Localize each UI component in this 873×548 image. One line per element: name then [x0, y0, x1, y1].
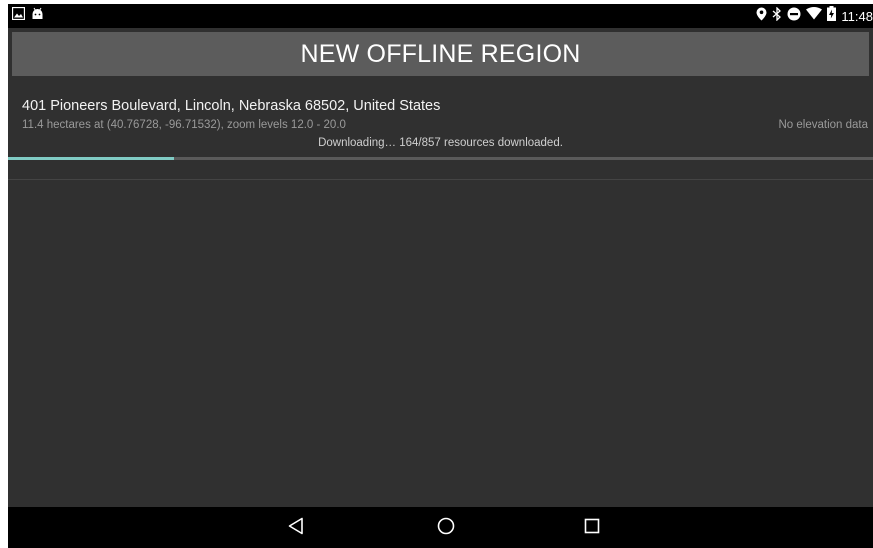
- download-progress-bar: [8, 157, 873, 160]
- recents-button[interactable]: [578, 515, 606, 541]
- android-notification-icon: [31, 7, 44, 25]
- battery-charging-icon: [827, 6, 837, 26]
- title-bar: NEW OFFLINE REGION: [12, 32, 869, 76]
- device-screen: 11:48 NEW OFFLINE REGION 401 Pioneers Bo…: [8, 4, 873, 548]
- page-title: NEW OFFLINE REGION: [300, 39, 581, 68]
- region-details: 11.4 hectares at (40.76728, -96.71532), …: [22, 119, 346, 131]
- status-bar: 11:48: [8, 4, 873, 28]
- region-elevation: No elevation data: [778, 119, 868, 131]
- notification-icons: [11, 6, 44, 25]
- do-not-disturb-icon: [787, 7, 801, 26]
- download-progress-fill: [8, 157, 174, 160]
- location-icon: [756, 7, 767, 26]
- download-status: Downloading… 164/857 resources downloade…: [318, 137, 563, 149]
- status-time: 11:48: [841, 8, 873, 24]
- recents-icon: [584, 518, 600, 539]
- home-button[interactable]: [432, 515, 460, 541]
- offline-region-item[interactable]: 401 Pioneers Boulevard, Lincoln, Nebrask…: [8, 92, 873, 158]
- wifi-icon: [806, 7, 823, 25]
- region-name: 401 Pioneers Boulevard, Lincoln, Nebrask…: [22, 98, 441, 114]
- home-icon: [437, 517, 455, 540]
- back-icon: [288, 517, 304, 540]
- back-button[interactable]: [282, 515, 310, 541]
- list-divider: [8, 179, 873, 180]
- bluetooth-icon: [772, 5, 782, 26]
- image-notification-icon: [11, 6, 26, 25]
- navigation-bar: [8, 507, 873, 548]
- system-icons: 11:48: [756, 5, 873, 26]
